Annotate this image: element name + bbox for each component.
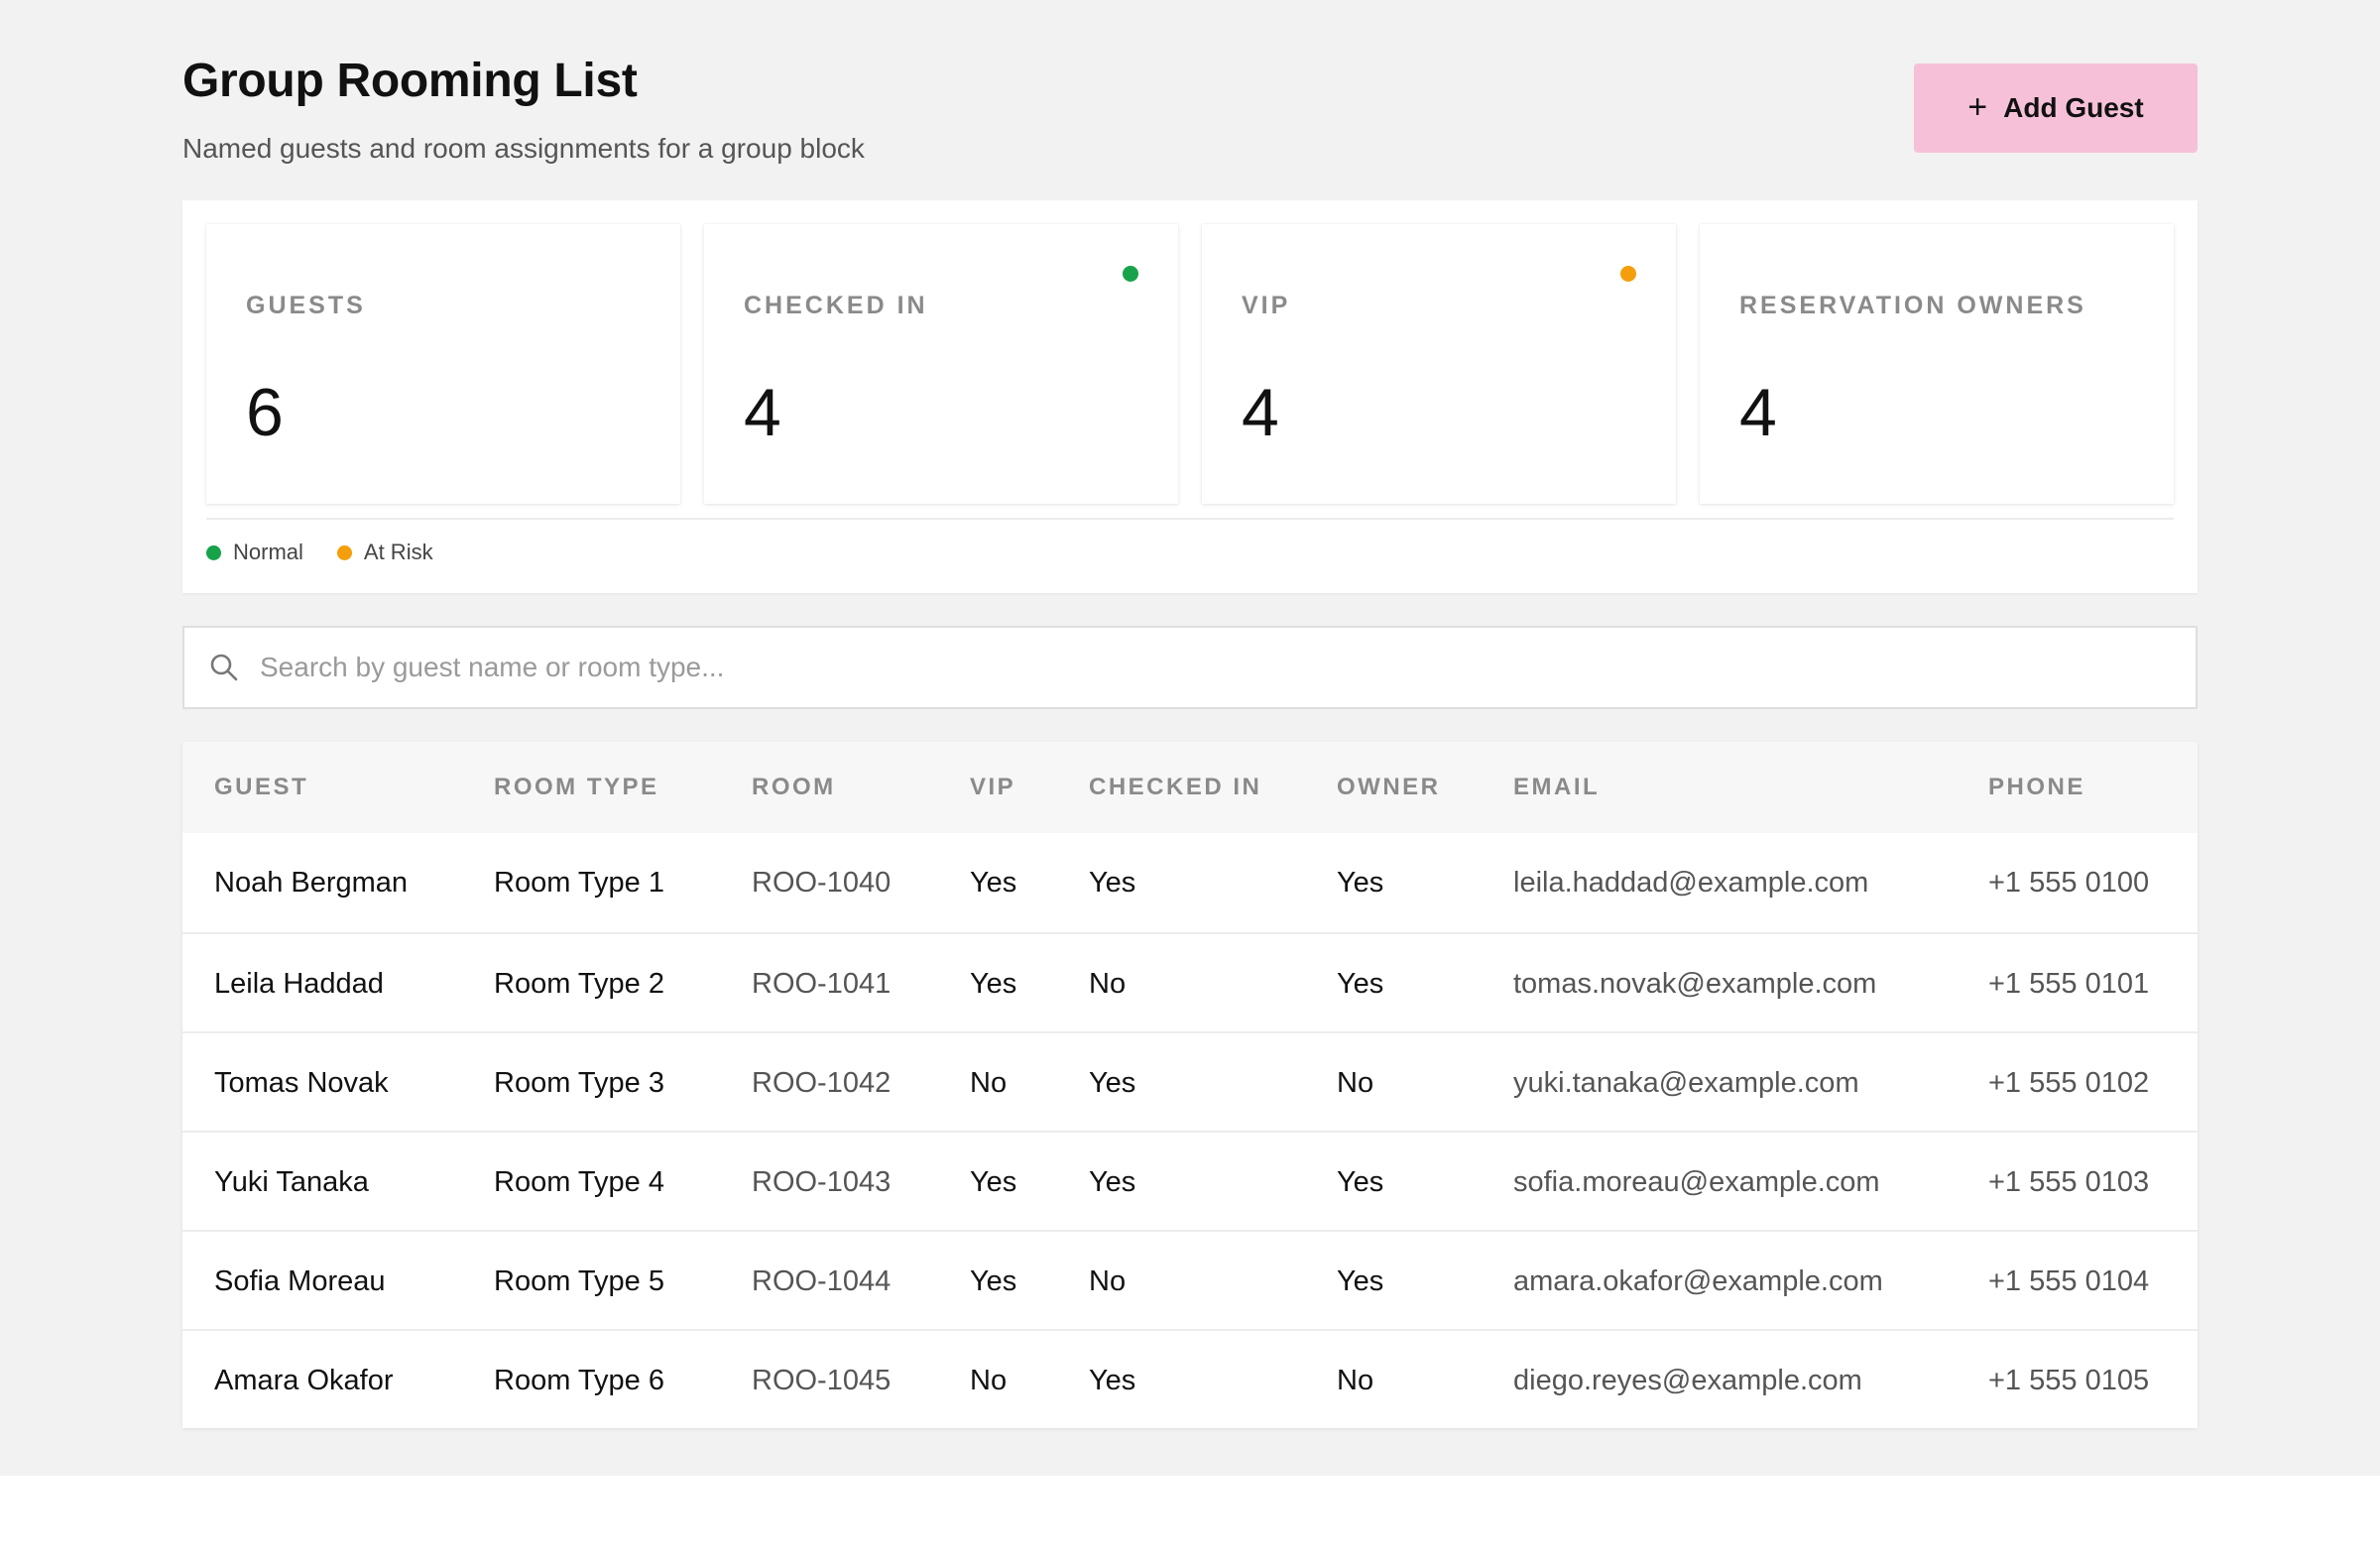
cell-vip-status: No [970,1365,1008,1396]
page-subtitle: Named guests and room assignments for a … [182,133,865,164]
table-row[interactable]: Amara Okafor Room Type 6 ROO-1045 No Yes No di… [182,1329,2198,1428]
cell-room-type: Room Type 6 [494,1365,664,1396]
at-risk-dot-icon [336,544,352,560]
stat-value: 4 [1739,375,1777,450]
table-row[interactable]: Leila Haddad Room Type 2 ROO-1041 Yes No Yes t… [182,932,2198,1031]
cell-checked-in-status: No [1089,1265,1127,1297]
cell-email: leila.haddad@example.com [1513,867,1869,899]
cell-guest-name: Yuki Tanaka [214,1166,369,1198]
cell-owner-status: Yes [1337,1166,1384,1198]
stat-card-checked-in: CHECKED IN 4 [704,224,1178,504]
table-row[interactable]: Sofia Moreau Room Type 5 ROO-1044 Yes No Yes a… [182,1230,2198,1329]
cell-guest-name: Sofia Moreau [214,1265,386,1297]
divider [206,518,2174,520]
cell-room-type: Room Type 1 [494,867,664,899]
cell-vip-status: Yes [970,867,1017,899]
cell-guest-name: Tomas Novak [214,1067,389,1099]
cell-vip-status: Yes [970,1265,1017,1297]
table-row[interactable]: Noah Bergman Room Type 1 ROO-1040 Yes Yes Yes… [182,833,2198,932]
table-row[interactable]: Yuki Tanaka Room Type 4 ROO-1043 Yes Yes Yes s… [182,1131,2198,1230]
cell-room-number: ROO-1045 [752,1365,892,1396]
table-row[interactable]: Tomas Novak Room Type 3 ROO-1042 No Yes No yuk… [182,1031,2198,1131]
cell-room-type: Room Type 3 [494,1067,664,1099]
stat-card-guests: GUESTS 6 [206,224,680,504]
stat-label: GUESTS [246,292,366,319]
cell-room-type: Room Type 5 [494,1265,664,1297]
cell-email: diego.reyes@example.com [1513,1365,1862,1396]
stat-label: RESERVATION OWNERS [1739,292,2086,319]
column-header-checked-in[interactable]: CHECKED IN [1089,774,1261,801]
column-header-guest[interactable]: GUEST [214,774,308,801]
cell-room-number: ROO-1043 [752,1166,892,1198]
status-normal-dot-icon [1123,266,1138,282]
cell-phone: +1 555 0100 [1988,867,2150,899]
stat-value: 6 [246,375,284,450]
cell-phone: +1 555 0101 [1988,968,2150,1000]
cell-checked-in-status: Yes [1089,1166,1136,1198]
search-bar[interactable] [182,626,2198,709]
cell-phone: +1 555 0104 [1988,1265,2150,1297]
cell-guest-name: Amara Okafor [214,1365,394,1396]
cell-owner-status: Yes [1337,1265,1384,1297]
cell-owner-status: Yes [1337,968,1384,1000]
stat-label: VIP [1242,292,1291,319]
cell-room-type: Room Type 4 [494,1166,664,1198]
cell-room-number: ROO-1044 [752,1265,892,1297]
cell-owner-status: No [1337,1365,1374,1396]
legend-item-normal: Normal [206,540,303,565]
column-header-email[interactable]: EMAIL [1513,774,1600,801]
legend-item-at-risk: At Risk [336,540,433,565]
page-title: Group Rooming List [182,55,638,107]
plus-icon: + [1967,88,1988,126]
page-header: Group Rooming List Named guests and room… [182,52,2198,171]
cell-vip-status: Yes [970,968,1017,1000]
cell-phone: +1 555 0105 [1988,1365,2150,1396]
stat-value: 4 [1242,375,1279,450]
cell-room-number: ROO-1042 [752,1067,892,1099]
normal-dot-icon [206,544,221,560]
cell-vip-status: No [970,1067,1008,1099]
cell-owner-status: No [1337,1067,1374,1099]
stats-panel: GUESTS 6 CHECKED IN 4 VIP 4 RESERVATION … [182,200,2198,593]
cell-email: sofia.moreau@example.com [1513,1166,1880,1198]
add-guest-label: Add Guest [2003,92,2144,123]
stat-card-reservation-owners: RESERVATION OWNERS 4 [1700,224,2174,504]
legend-label: Normal [233,540,303,564]
column-header-phone[interactable]: PHONE [1988,774,2085,801]
cell-phone: +1 555 0103 [1988,1166,2150,1198]
column-header-owner[interactable]: OWNER [1337,774,1441,801]
legend-label: At Risk [363,540,433,564]
stat-label: CHECKED IN [744,292,928,319]
cell-guest-name: Leila Haddad [214,968,384,1000]
cell-email: amara.okafor@example.com [1513,1265,1883,1297]
status-at-risk-dot-icon [1620,266,1636,282]
cell-checked-in-status: Yes [1089,1365,1136,1396]
column-header-room[interactable]: ROOM [752,774,836,801]
column-header-vip[interactable]: VIP [970,774,1015,801]
cell-vip-status: Yes [970,1166,1017,1198]
add-guest-button[interactable]: + Add Guest [1914,63,2198,153]
cell-room-number: ROO-1040 [752,867,892,899]
cell-checked-in-status: Yes [1089,1067,1136,1099]
cell-checked-in-status: Yes [1089,867,1136,899]
stat-value: 4 [744,375,781,450]
search-icon [210,654,238,681]
status-legend: Normal At Risk [206,540,433,565]
cell-email: tomas.novak@example.com [1513,968,1877,1000]
cell-phone: +1 555 0102 [1988,1067,2150,1099]
cell-room-type: Room Type 2 [494,968,664,1000]
stat-card-vip: VIP 4 [1202,224,1676,504]
cell-checked-in-status: No [1089,968,1127,1000]
cell-room-number: ROO-1041 [752,968,892,1000]
guest-table: GUEST ROOM TYPE ROOM VIP CHECKED IN OWNE… [182,742,2198,1428]
cell-guest-name: Noah Bergman [214,867,409,899]
search-input[interactable] [260,628,2144,707]
table-header: GUEST ROOM TYPE ROOM VIP CHECKED IN OWNE… [182,742,2198,833]
column-header-room-type[interactable]: ROOM TYPE [494,774,659,801]
cell-owner-status: Yes [1337,867,1384,899]
cell-email: yuki.tanaka@example.com [1513,1067,1859,1099]
